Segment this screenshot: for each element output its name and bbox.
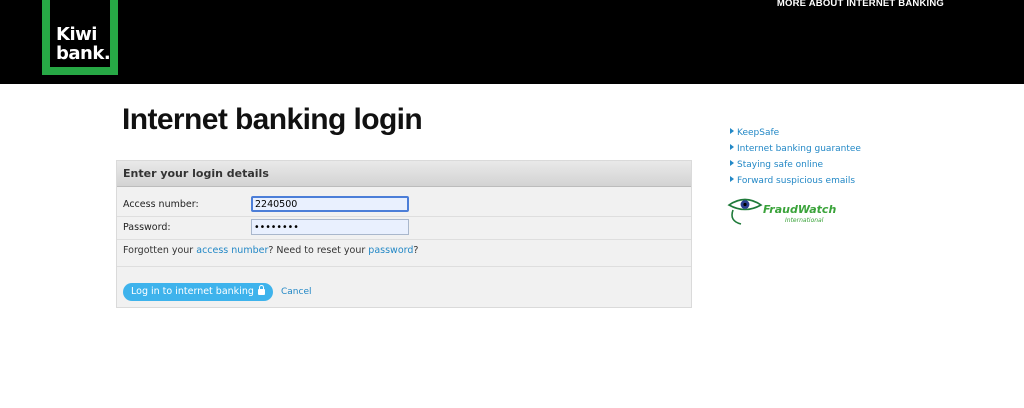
sidebar-link-label: Forward suspicious emails bbox=[737, 176, 856, 186]
row-divider bbox=[117, 239, 691, 240]
arrow-right-icon bbox=[730, 128, 734, 134]
login-button[interactable]: Log in to internet banking bbox=[123, 283, 273, 301]
cancel-link[interactable]: Cancel bbox=[281, 287, 312, 297]
logo-text-line1: Kiwi bbox=[56, 24, 97, 45]
sidebar-link-keepsafe[interactable]: KeepSafe bbox=[730, 128, 861, 144]
fraudwatch-badge[interactable]: FraudWatch International bbox=[727, 193, 847, 227]
access-number-label: Access number: bbox=[123, 199, 199, 210]
sidebar-link-guarantee[interactable]: Internet banking guarantee bbox=[730, 144, 861, 160]
page-title: Internet banking login bbox=[122, 103, 423, 136]
login-panel: Enter your login details Access number: … bbox=[116, 160, 692, 308]
row-divider bbox=[117, 266, 691, 267]
fraudwatch-logo: FraudWatch International bbox=[727, 198, 836, 225]
fraudwatch-sub: International bbox=[785, 217, 824, 224]
forgot-suffix: ? bbox=[413, 245, 419, 256]
forgot-credentials-text: Forgotten your access number? Need to re… bbox=[123, 245, 418, 256]
row-divider bbox=[117, 216, 691, 217]
sidebar-link-staying-safe[interactable]: Staying safe online bbox=[730, 160, 861, 176]
eye-icon-pupil bbox=[743, 202, 747, 207]
arrow-right-icon bbox=[730, 176, 734, 182]
top-header-bar: Kiwi bank. MORE ABOUT INTERNET BANKING bbox=[0, 0, 1024, 84]
forgot-middle: ? Need to reset your bbox=[268, 245, 369, 256]
logo-text-line2: bank. bbox=[56, 43, 111, 64]
login-panel-title: Enter your login details bbox=[123, 167, 269, 180]
sidebar-links: KeepSafe Internet banking guarantee Stay… bbox=[730, 128, 861, 192]
more-about-internet-banking-link[interactable]: MORE ABOUT INTERNET BANKING bbox=[777, 0, 944, 9]
fraudwatch-name: FraudWatch bbox=[763, 203, 836, 216]
sidebar-link-forward-emails[interactable]: Forward suspicious emails bbox=[730, 176, 861, 192]
arrow-right-icon bbox=[730, 160, 734, 166]
password-label: Password: bbox=[123, 222, 171, 233]
lock-icon bbox=[257, 285, 265, 295]
password-input[interactable] bbox=[251, 219, 409, 235]
eye-icon-swoosh bbox=[731, 209, 742, 225]
sidebar-link-label: Internet banking guarantee bbox=[737, 144, 861, 154]
arrow-right-icon bbox=[730, 144, 734, 150]
kiwibank-logo[interactable]: Kiwi bank. bbox=[42, 0, 118, 75]
access-number-input[interactable] bbox=[251, 196, 409, 212]
sidebar-link-label: KeepSafe bbox=[737, 128, 780, 138]
login-panel-header: Enter your login details bbox=[117, 161, 691, 187]
sidebar-link-label: Staying safe online bbox=[737, 160, 824, 170]
access-number-help-link[interactable]: access number bbox=[196, 245, 268, 256]
forgot-prefix: Forgotten your bbox=[123, 245, 197, 256]
reset-password-link[interactable]: password bbox=[368, 245, 413, 256]
login-button-label: Log in to internet banking bbox=[131, 286, 254, 297]
